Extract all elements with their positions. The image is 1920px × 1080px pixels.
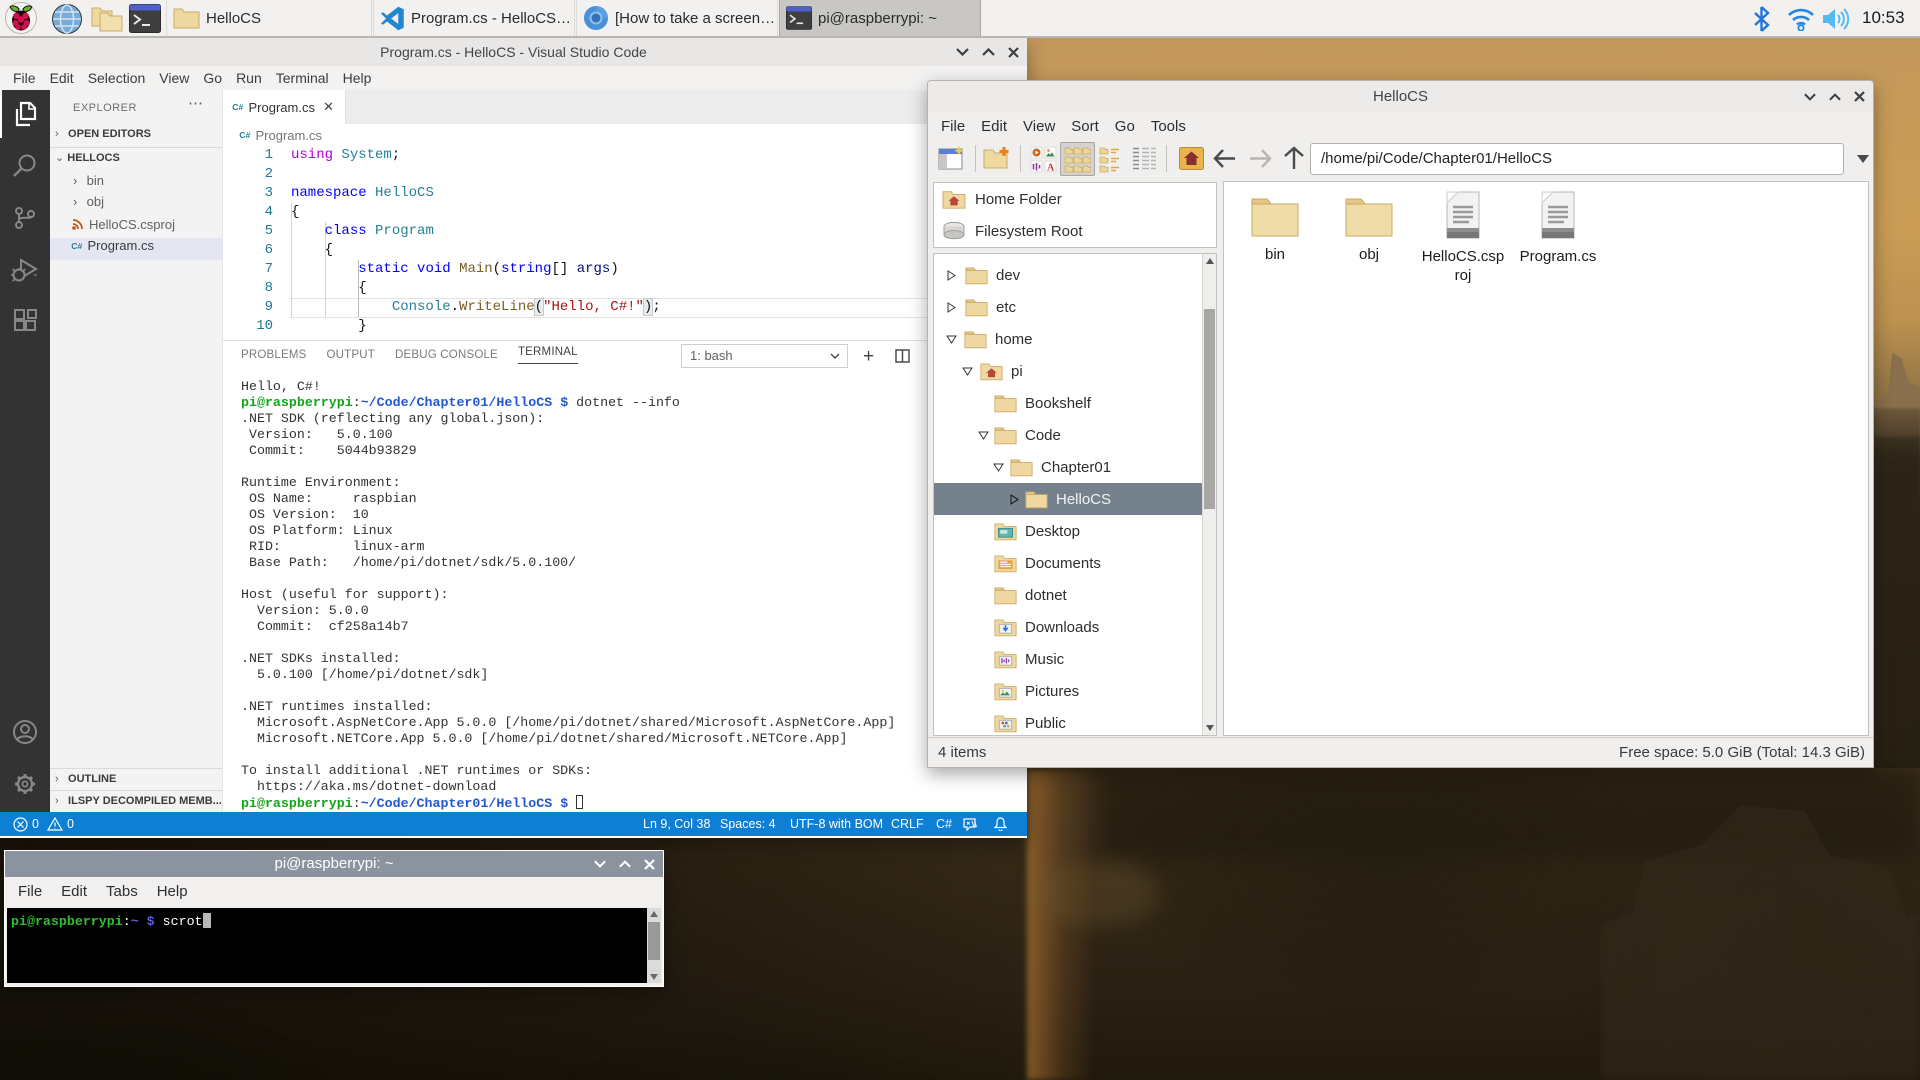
svg-text:A: A bbox=[1047, 163, 1055, 174]
